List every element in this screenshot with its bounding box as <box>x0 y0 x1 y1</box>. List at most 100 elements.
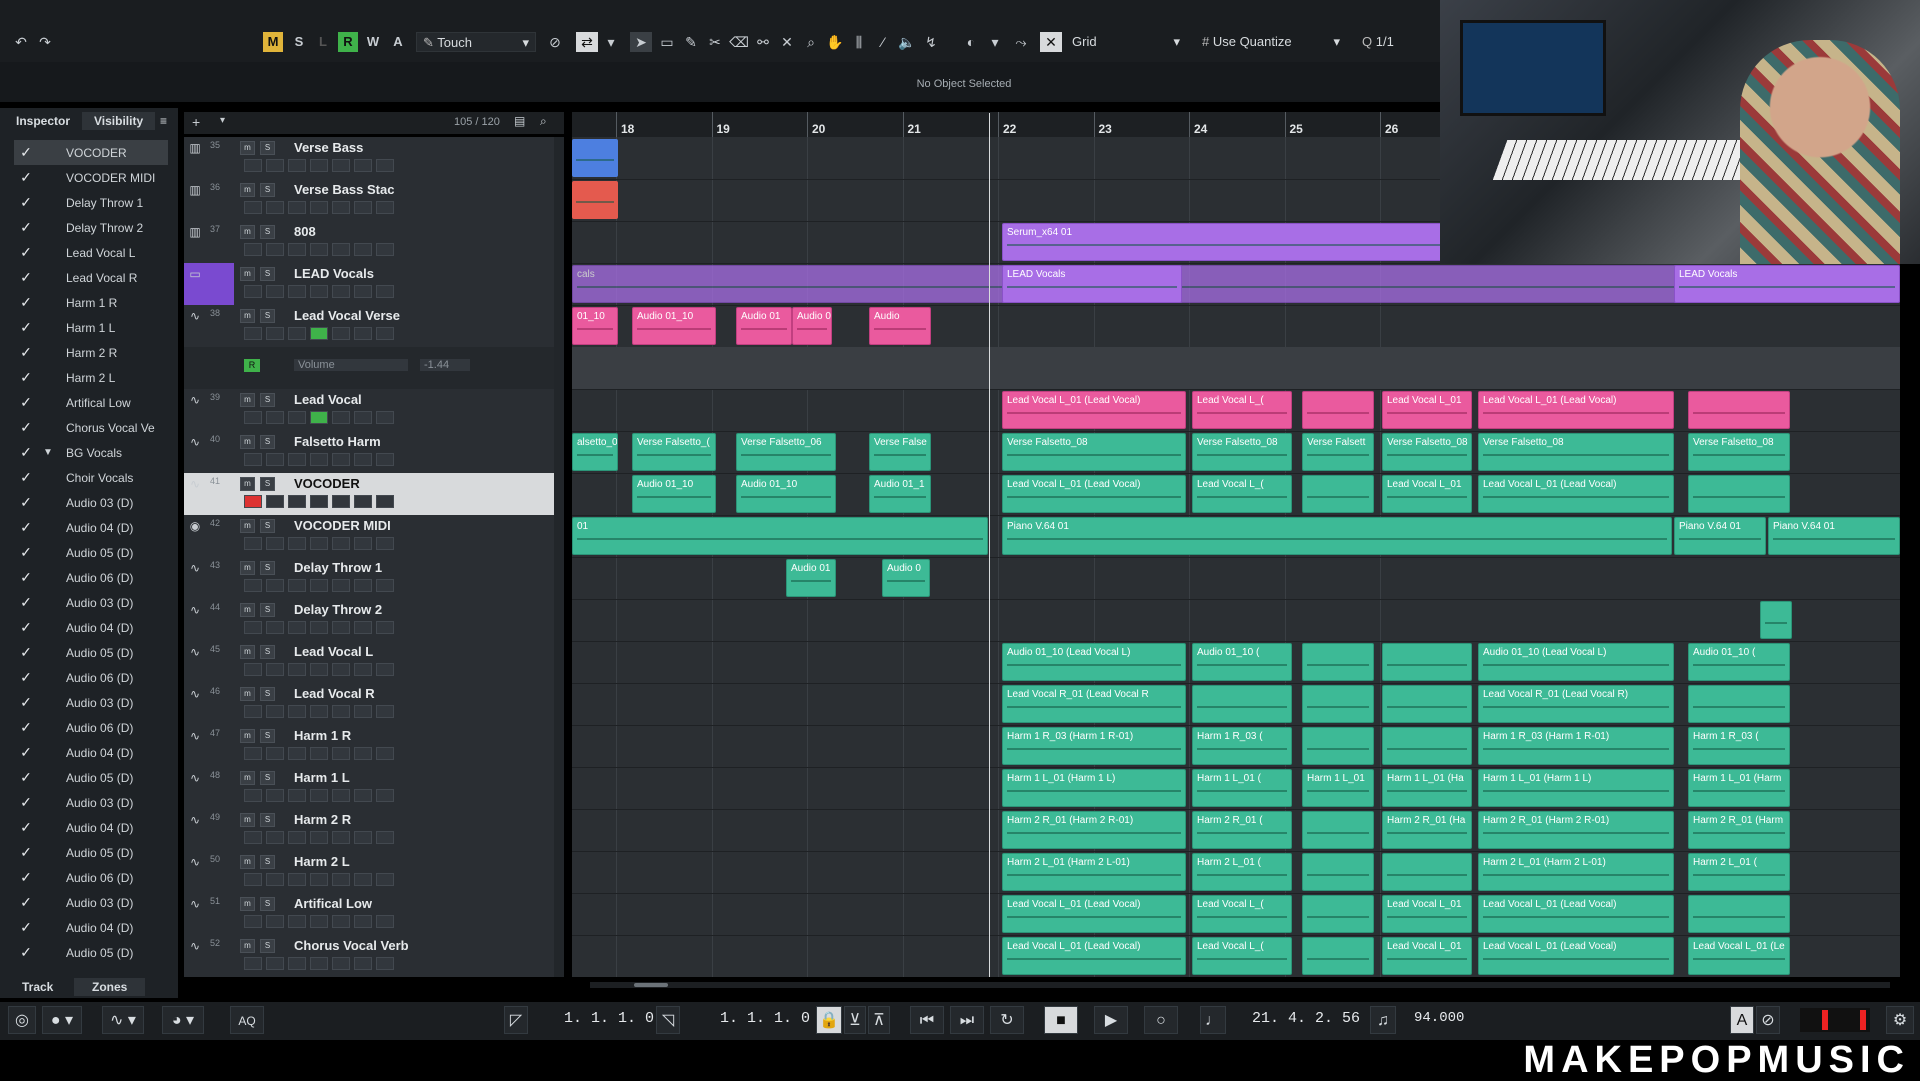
audio-event[interactable]: Audio <box>869 307 931 345</box>
audio-event[interactable]: Lead Vocal L_( <box>1192 937 1292 975</box>
track-name[interactable]: Delay Throw 1 <box>294 560 382 575</box>
audio-event[interactable]: Harm 2 R_01 (Harm 2 R-01) <box>1478 811 1674 849</box>
track-name[interactable]: Artifical Low <box>294 896 372 911</box>
visibility-item[interactable]: ✓ Audio 06 (D) <box>14 565 168 590</box>
track-name[interactable]: Harm 1 L <box>294 770 350 785</box>
tab-visibility[interactable]: Visibility <box>82 112 156 130</box>
track-controls[interactable] <box>244 327 404 340</box>
track-controls[interactable] <box>244 621 404 634</box>
visibility-item[interactable]: ✓ Audio 05 (D) <box>14 540 168 565</box>
track-name[interactable]: LEAD Vocals <box>294 266 374 281</box>
audio-event[interactable]: Verse Falsetto_06 <box>736 433 836 471</box>
audio-event[interactable]: Lead Vocal R_01 (Lead Vocal R) <box>1478 685 1674 723</box>
track-solo-button[interactable]: S <box>260 939 275 953</box>
track-name[interactable]: Lead Vocal <box>294 392 362 407</box>
constrain-delay-icon[interactable]: ⊘ <box>544 32 566 52</box>
track-mute-button[interactable]: m <box>240 267 255 281</box>
track-mute-button[interactable]: m <box>240 855 255 869</box>
track-controls[interactable] <box>244 831 404 844</box>
visibility-item[interactable]: ✓ Artifical Low <box>14 390 168 415</box>
audio-event[interactable]: Lead Vocal L_01 (Lead Vocal) <box>1478 895 1674 933</box>
audio-event[interactable]: Audio 0 <box>792 307 832 345</box>
checkmark-icon[interactable]: ✓ <box>14 794 38 811</box>
checkmark-icon[interactable]: ✓ <box>14 444 38 461</box>
audio-event[interactable]: Lead Vocal L_( <box>1192 475 1292 513</box>
checkmark-icon[interactable]: ✓ <box>14 194 38 211</box>
visibility-item[interactable]: ✓ Audio 06 (D) <box>14 865 168 890</box>
track-controls[interactable] <box>244 873 404 886</box>
tab-zones[interactable]: Zones <box>74 978 146 996</box>
chevron-down-icon[interactable]: ▾ <box>220 115 225 126</box>
mute-tool-icon[interactable]: ✕ <box>776 32 798 52</box>
checkmark-icon[interactable]: ✓ <box>14 294 38 311</box>
track-solo-button[interactable]: S <box>260 729 275 743</box>
track-controls[interactable] <box>244 957 404 970</box>
track-mute-button[interactable]: m <box>240 687 255 701</box>
automation-mode-select[interactable]: ✎ Touch ▾ <box>416 32 536 52</box>
audio-event[interactable]: Lead Vocal L_01 (Lead Vocal) <box>1002 895 1186 933</box>
zoom-tool-icon[interactable]: ⌕ <box>800 32 822 52</box>
automation-read-button[interactable]: R <box>244 359 260 372</box>
track-solo-button[interactable]: S <box>260 141 275 155</box>
track-header[interactable]: ∿ 40 m S Falsetto Harm <box>184 431 554 474</box>
track-header[interactable]: ∿ 39 m S Lead Vocal <box>184 389 554 432</box>
checkmark-icon[interactable]: ✓ <box>14 944 38 961</box>
right-locator-icon[interactable]: ◹ <box>656 1006 680 1034</box>
automation-parameter-value[interactable]: -1.44 <box>420 359 470 371</box>
audio-event[interactable]: Serum_x64 01 <box>1002 223 1512 261</box>
visibility-item[interactable]: ✓ Audio 03 (D) <box>14 690 168 715</box>
time-display-icon[interactable]: ♩ <box>1200 1006 1226 1034</box>
audio-event[interactable]: Lead Vocal L_01 (Lead Vocal) <box>1478 475 1674 513</box>
audio-event[interactable]: Harm 2 R_01 (Harm <box>1688 811 1790 849</box>
audio-event[interactable]: Lead Vocal L_01 <box>1382 391 1472 429</box>
visibility-item[interactable]: ✓ Audio 04 (D) <box>14 815 168 840</box>
checkmark-icon[interactable]: ✓ <box>14 594 38 611</box>
audio-event[interactable] <box>1382 727 1472 765</box>
audio-event[interactable]: Audio 01_10 (Lead Vocal L) <box>1478 643 1674 681</box>
track-mute-button[interactable]: m <box>240 561 255 575</box>
object-selection-tool-icon[interactable]: ➤ <box>630 32 652 52</box>
lock-icon[interactable]: 🔒 <box>816 1006 842 1034</box>
tempo-value[interactable]: 94.000 <box>1414 1010 1464 1026</box>
quantize-value-select[interactable]: Q 1/1 <box>1356 32 1416 52</box>
track-solo-button[interactable]: S <box>260 393 275 407</box>
checkmark-icon[interactable]: ✓ <box>14 869 38 886</box>
audio-event[interactable]: Verse Falsetto_08 <box>1688 433 1790 471</box>
a-icon[interactable]: A <box>1730 1006 1754 1034</box>
checkmark-icon[interactable]: ✓ <box>14 819 38 836</box>
audio-event[interactable]: Harm 2 L_01 (Harm 2 L-01) <box>1002 853 1186 891</box>
global-solo-button[interactable]: S <box>289 32 309 52</box>
visibility-item[interactable]: ✓ Chorus Vocal Ve <box>14 415 168 440</box>
checkmark-icon[interactable]: ✓ <box>14 844 38 861</box>
audio-event[interactable]: Verse Falsetto_08 <box>1478 433 1674 471</box>
visibility-item[interactable]: ✓ Audio 04 (D) <box>14 915 168 940</box>
track-mute-button[interactable]: m <box>240 729 255 743</box>
track-solo-button[interactable]: S <box>260 183 275 197</box>
track-controls[interactable] <box>244 579 404 592</box>
metronome-icon[interactable]: ◕ ▾ <box>162 1006 204 1034</box>
audio-event[interactable]: Harm 1 R_03 ( <box>1192 727 1292 765</box>
visibility-item[interactable]: ✓ VOCODER MIDI <box>14 165 168 190</box>
hand-tool-icon[interactable]: ✋ <box>824 32 846 52</box>
automation-panel-button[interactable]: A <box>388 32 408 52</box>
track-header[interactable]: ▥ 35 m S Verse Bass <box>184 137 554 180</box>
audio-event[interactable]: Harm 1 L_01 (Harm <box>1688 769 1790 807</box>
track-header[interactable]: ∿ 48 m S Harm 1 L <box>184 767 554 810</box>
checkmark-icon[interactable]: ✓ <box>14 344 38 361</box>
track-solo-button[interactable]: S <box>260 855 275 869</box>
track-header[interactable]: ∿ 51 m S Artifical Low <box>184 893 554 936</box>
snap-toggle-icon[interactable]: ✕ <box>1040 32 1062 52</box>
folder-part[interactable]: LEAD Vocals <box>1002 265 1182 303</box>
visibility-item[interactable]: ✓ Lead Vocal R <box>14 265 168 290</box>
audio-event[interactable]: Verse Falsett <box>1302 433 1374 471</box>
checkmark-icon[interactable]: ✓ <box>14 619 38 636</box>
tab-track[interactable]: Track <box>22 978 53 996</box>
color-tool-icon[interactable]: ◐ <box>960 32 982 52</box>
track-mute-button[interactable]: m <box>240 183 255 197</box>
audio-event[interactable]: Audio 0 <box>882 559 930 597</box>
audio-event[interactable] <box>1382 643 1472 681</box>
track-header[interactable]: ◉ 42 m S VOCODER MIDI <box>184 515 554 558</box>
checkmark-icon[interactable]: ✓ <box>14 544 38 561</box>
checkmark-icon[interactable]: ✓ <box>14 719 38 736</box>
track-name[interactable]: VOCODER MIDI <box>294 518 391 533</box>
